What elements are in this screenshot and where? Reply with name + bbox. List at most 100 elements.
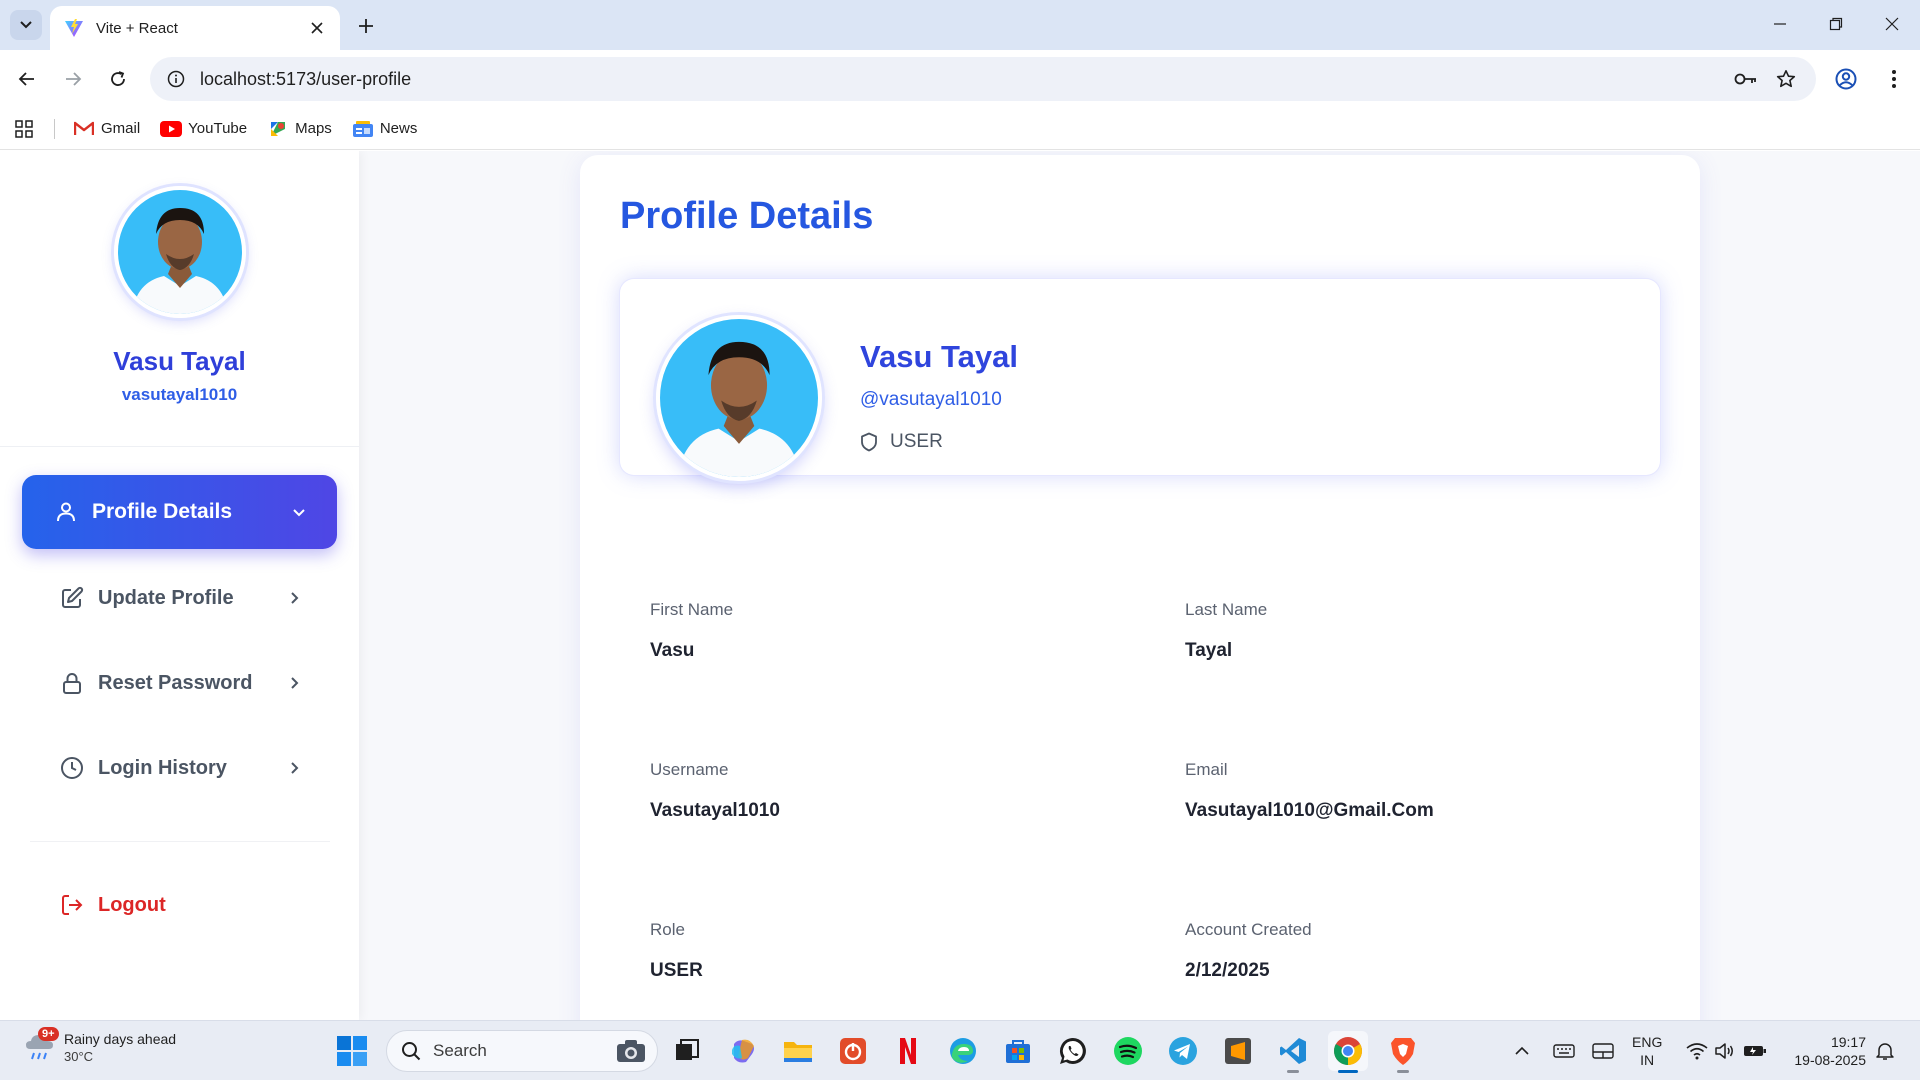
more-menu-icon[interactable] — [1876, 61, 1912, 97]
netflix-icon[interactable] — [888, 1031, 928, 1071]
nav-reset-password[interactable]: Reset Password — [22, 653, 337, 713]
nav-label: Update Profile — [98, 586, 234, 609]
lang-line1: ENG — [1632, 1034, 1663, 1050]
task-view-icon[interactable] — [667, 1031, 707, 1071]
volume-icon[interactable] — [1712, 1035, 1738, 1067]
bookmark-star-icon[interactable] — [1766, 59, 1806, 99]
profile-details-panel: Profile Details Vasu Tayal @vasutayal101… — [580, 155, 1700, 1020]
sidebar-avatar — [114, 186, 246, 318]
chevron-down-icon — [293, 509, 305, 517]
bookmark-news[interactable]: News — [352, 120, 418, 138]
weather-title: Rainy days ahead — [64, 1030, 177, 1047]
profile-icon[interactable] — [1828, 61, 1864, 97]
field-label: Account Created — [1185, 920, 1312, 939]
bookmark-maps[interactable]: Maps — [267, 120, 332, 138]
field-last-name: Last Name Tayal — [1185, 600, 1267, 662]
browser-toolbar: localhost:5173/user-profile — [0, 50, 1920, 108]
nav-update-profile[interactable]: Update Profile — [22, 568, 337, 628]
sublime-text-icon[interactable] — [1218, 1031, 1258, 1071]
sidebar-divider — [30, 841, 330, 842]
battery-icon[interactable] — [1742, 1035, 1768, 1067]
news-icon — [352, 120, 374, 138]
microsoft-store-icon[interactable] — [998, 1031, 1038, 1071]
windows-taskbar: 9+ Rainy days ahead 30°C Search ENG IN 1… — [0, 1020, 1920, 1080]
copilot-icon[interactable] — [723, 1031, 763, 1071]
wifi-icon[interactable] — [1684, 1035, 1710, 1067]
bookmark-label: News — [379, 120, 418, 137]
sidebar-username: vasutayal1010 — [121, 385, 238, 404]
back-button[interactable] — [9, 61, 45, 97]
field-email: Email Vasutayal1010@Gmail.Com — [1185, 760, 1434, 822]
nav-login-history[interactable]: Login History — [22, 738, 337, 798]
field-label: Email — [1185, 760, 1228, 779]
page-title: Profile Details — [620, 195, 874, 237]
logout-button[interactable]: Logout — [60, 893, 166, 917]
field-value: Vasutayal1010@Gmail.Com — [1185, 800, 1434, 821]
field-role: Role USER — [650, 920, 703, 982]
power-app-icon[interactable] — [833, 1031, 873, 1071]
bookmark-youtube[interactable]: YouTube — [160, 120, 247, 138]
system-clock[interactable]: 19:17 19-08-2025 — [1782, 1033, 1866, 1069]
telegram-icon[interactable] — [1163, 1031, 1203, 1071]
language-indicator[interactable]: ENG IN — [1632, 1033, 1662, 1069]
display-icon[interactable] — [1590, 1035, 1616, 1067]
windows-start-icon[interactable] — [336, 1035, 368, 1067]
address-bar[interactable]: localhost:5173/user-profile — [150, 57, 1816, 101]
keyboard-icon[interactable] — [1551, 1035, 1577, 1067]
logout-label: Logout — [98, 893, 166, 916]
chevron-right-icon — [291, 762, 299, 774]
lock-icon — [63, 673, 81, 694]
chevron-right-icon — [291, 677, 299, 689]
profile-username: @vasutayal1010 — [860, 389, 1002, 410]
gmail-icon — [73, 120, 95, 138]
field-value: Vasutayal1010 — [650, 800, 780, 821]
file-explorer-icon[interactable] — [778, 1031, 818, 1071]
sidebar-user-name: Vasu Tayal — [113, 346, 246, 376]
brave-icon[interactable] — [1383, 1031, 1423, 1073]
maps-icon — [267, 120, 289, 138]
arrow-right-icon — [66, 72, 82, 86]
site-info-icon[interactable] — [154, 57, 198, 101]
minimize-button[interactable] — [1752, 0, 1808, 48]
reload-button[interactable] — [100, 61, 136, 97]
lang-line2: IN — [1640, 1052, 1655, 1068]
page-content: Vasu Tayal vasutayal1010 Profile Details… — [0, 151, 1920, 1020]
spotify-icon[interactable] — [1108, 1031, 1148, 1071]
whatsapp-icon[interactable] — [1053, 1031, 1093, 1071]
new-tab-button[interactable] — [352, 12, 380, 40]
vscode-icon[interactable] — [1273, 1031, 1313, 1073]
taskbar-search[interactable]: Search — [386, 1030, 658, 1072]
close-window-button[interactable] — [1864, 0, 1920, 48]
forward-button[interactable] — [55, 61, 91, 97]
browser-tab[interactable]: Vite + React — [50, 6, 340, 50]
apps-grid-icon[interactable] — [12, 117, 36, 141]
bookmark-label: Maps — [295, 120, 332, 137]
profile-role-text: USER — [890, 431, 943, 452]
nav-label: Login History — [98, 756, 227, 779]
user-icon — [57, 502, 75, 522]
weather-widget[interactable]: 9+ Rainy days ahead 30°C — [22, 1027, 177, 1065]
rain-cloud-icon: 9+ — [22, 1027, 59, 1065]
url-text[interactable]: localhost:5173/user-profile — [200, 69, 1726, 90]
field-label: Role — [650, 920, 685, 939]
notifications-icon[interactable] — [1872, 1035, 1898, 1067]
show-hidden-icons[interactable] — [1512, 1035, 1532, 1067]
nav-profile-details[interactable]: Profile Details — [22, 475, 337, 549]
password-key-icon[interactable] — [1726, 59, 1766, 99]
tab-title: Vite + React — [96, 19, 178, 37]
search-icon — [402, 1042, 421, 1061]
bookmark-gmail[interactable]: Gmail — [73, 120, 140, 138]
shield-icon — [861, 432, 877, 452]
restore-button[interactable] — [1808, 0, 1864, 48]
weather-temp: 30°C — [64, 1048, 94, 1064]
sidebar: Vasu Tayal vasutayal1010 Profile Details… — [0, 151, 359, 1020]
chrome-icon[interactable] — [1328, 1031, 1368, 1073]
tab-search-button[interactable] — [10, 10, 42, 40]
field-value: Vasu — [650, 640, 695, 661]
nav-label: Profile Details — [92, 500, 233, 523]
field-username: Username Vasutayal1010 — [650, 760, 780, 822]
edge-icon[interactable] — [943, 1031, 983, 1071]
clock-date: 19-08-2025 — [1794, 1052, 1866, 1068]
field-label: Last Name — [1185, 600, 1268, 619]
close-tab-icon[interactable] — [306, 17, 328, 39]
